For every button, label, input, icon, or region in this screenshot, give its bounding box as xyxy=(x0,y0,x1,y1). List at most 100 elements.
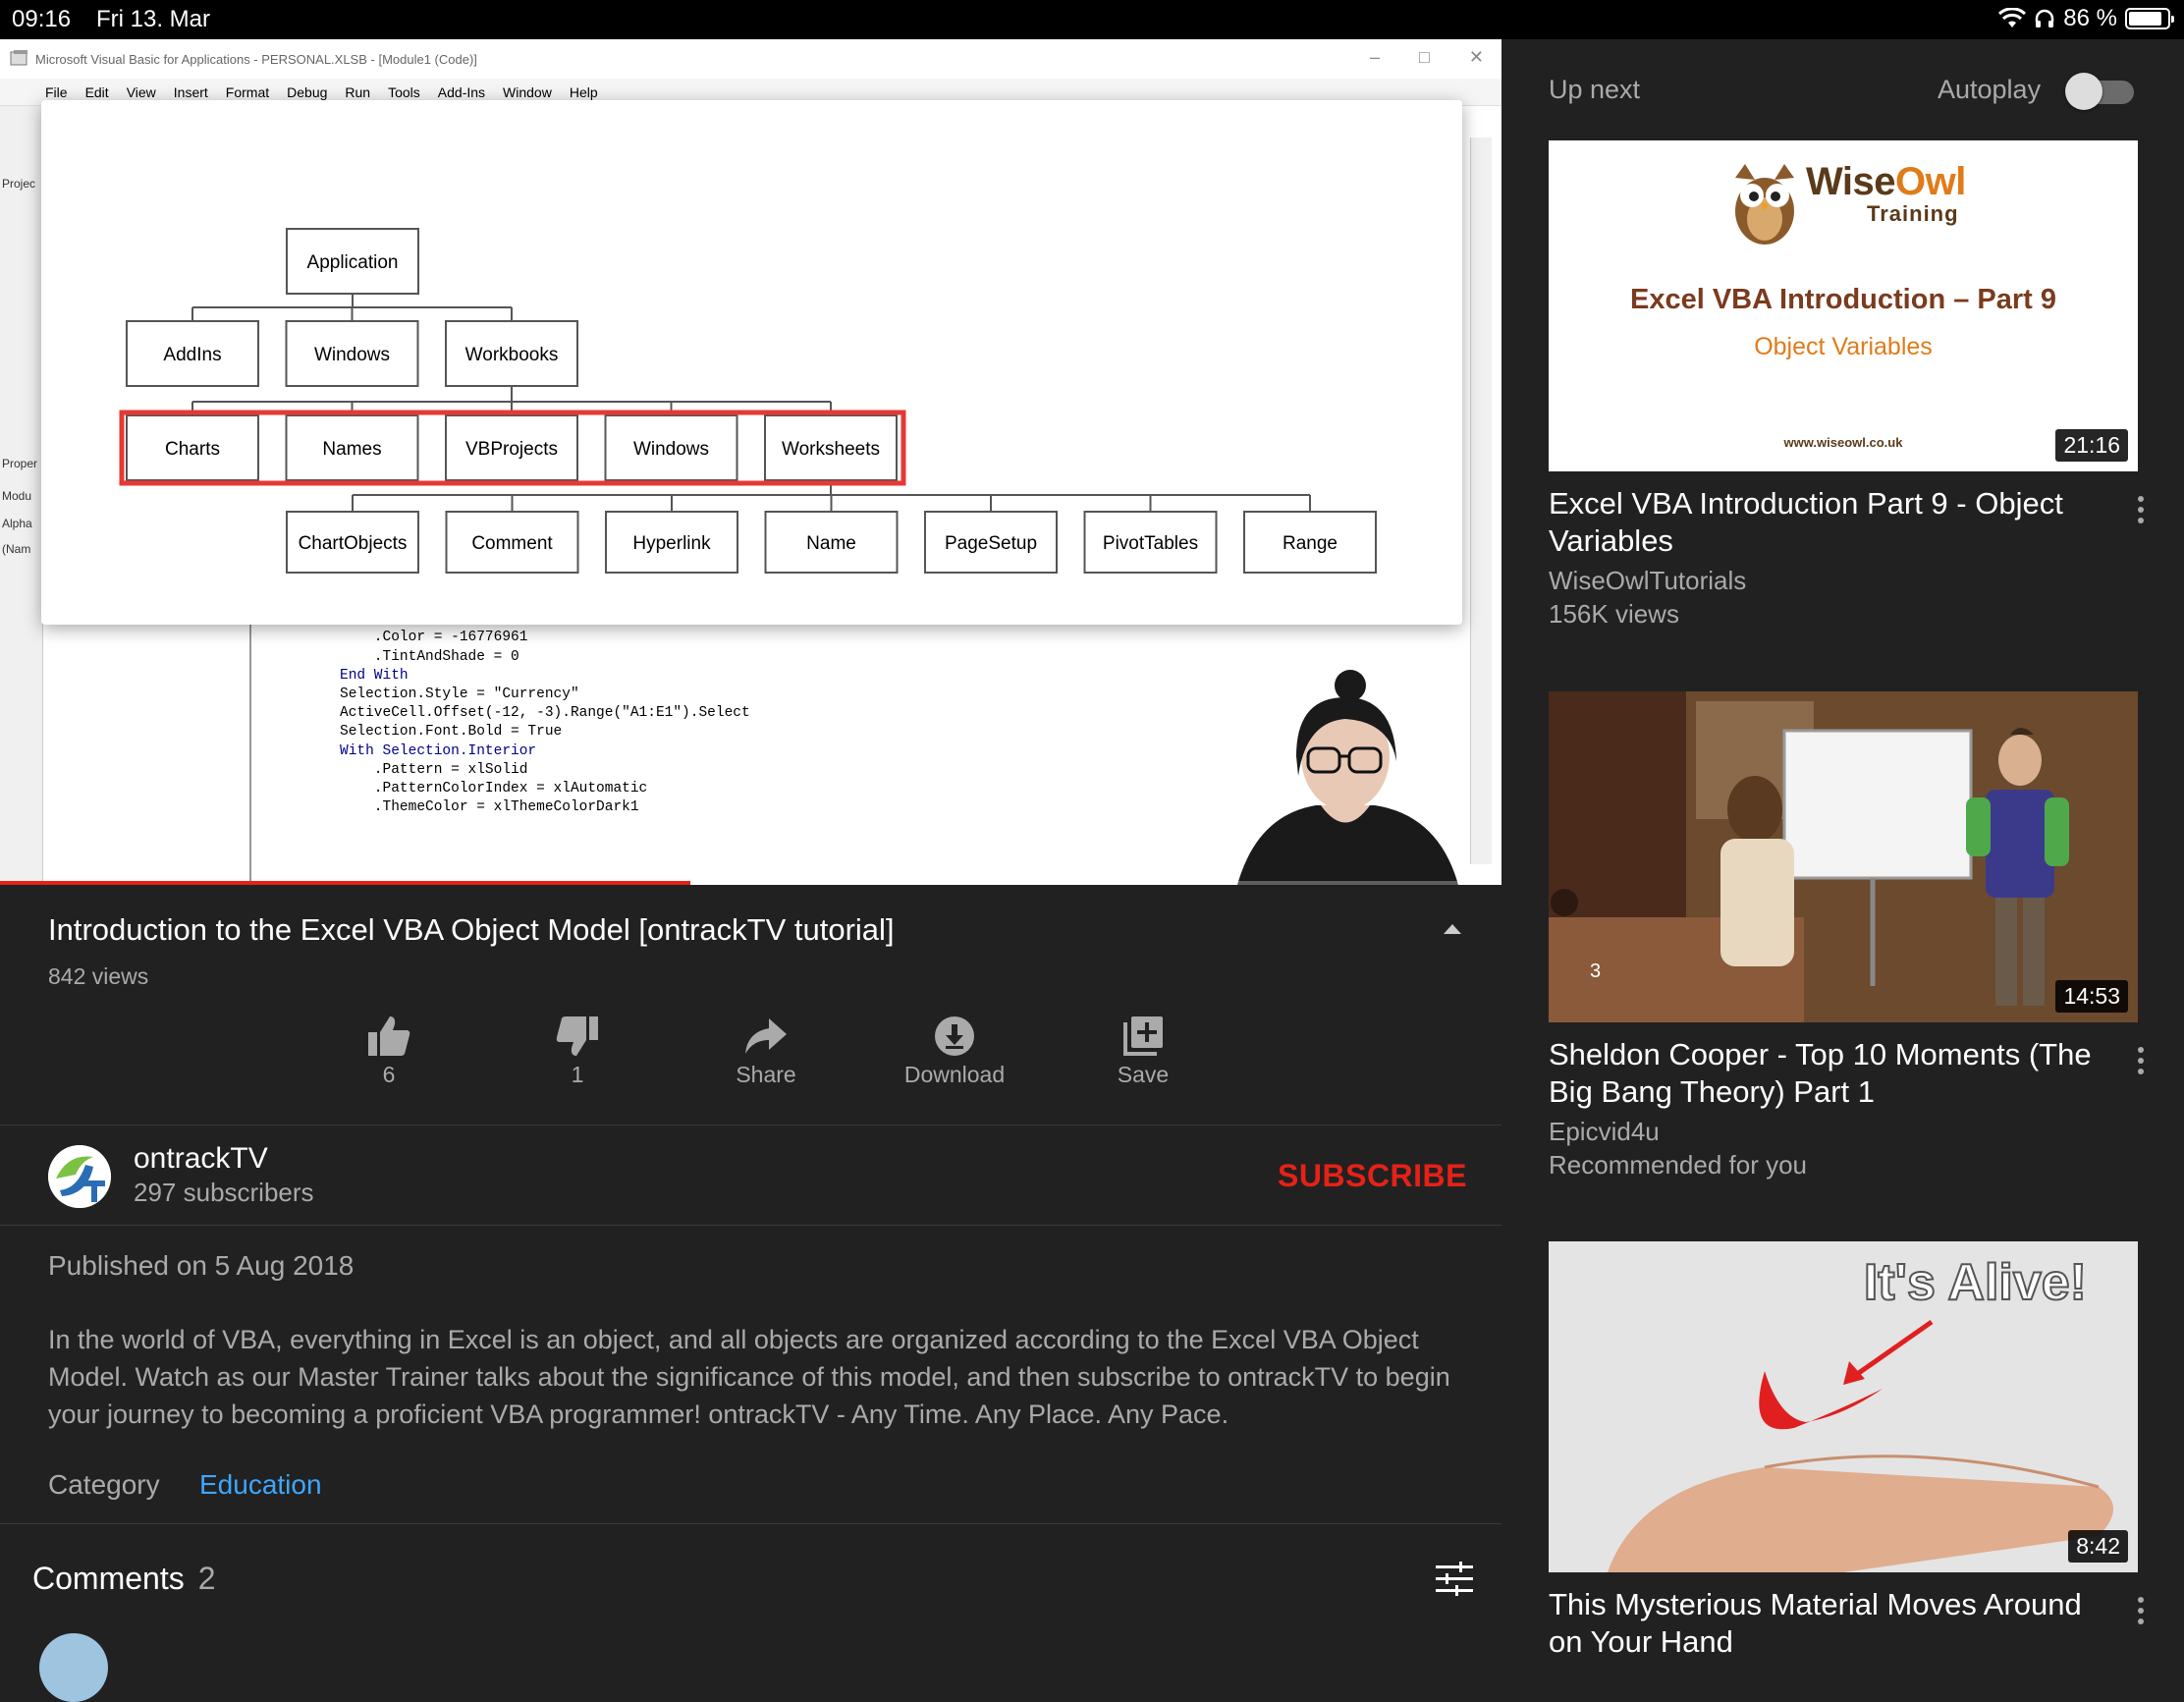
diagram-node-label: Worksheets xyxy=(782,439,880,460)
collapse-icon[interactable] xyxy=(1444,924,1461,934)
share-button[interactable]: Share xyxy=(672,1011,860,1088)
view-count: 842 views xyxy=(48,963,149,989)
up-next-sidebar: Up next Autoplay WiseOwl Training Excel … xyxy=(1502,39,2184,1659)
video-description: In the world of VBA, everything in Excel… xyxy=(48,1325,1450,1429)
vba-pane-label: Alpha xyxy=(2,517,32,530)
code-line: .Pattern = xlSolid xyxy=(340,761,528,778)
subscriber-count: 297 subscribers xyxy=(134,1178,314,1207)
video-duration: 14:53 xyxy=(2055,980,2128,1013)
divider xyxy=(0,1523,1502,1524)
vba-menu-item: Window xyxy=(503,84,552,100)
share-label: Share xyxy=(736,1062,796,1087)
diagram-node-label: VBProjects xyxy=(465,439,558,460)
channel-name[interactable]: ontrackTV xyxy=(134,1142,268,1176)
category-link[interactable]: Education xyxy=(199,1469,322,1501)
more-options-icon[interactable] xyxy=(2138,1597,2146,1629)
presenter-video xyxy=(1228,668,1463,885)
code-line: ActiveCell.Offset(-12, -3).Range("A1:E1"… xyxy=(340,705,750,722)
vba-menu-item: Add-Ins xyxy=(437,84,486,100)
up-next-header: Up next xyxy=(1549,75,1641,104)
more-options-icon[interactable] xyxy=(2138,1047,2146,1079)
video-card-title[interactable]: Sheldon Cooper - Top 10 Moments (The Big… xyxy=(1549,1036,2099,1111)
video-card-channel: WiseOwlTutorials xyxy=(1549,566,1747,595)
diagram-node-label: ChartObjects xyxy=(299,533,408,554)
code-line: .TintAndShade = 0 xyxy=(340,648,519,665)
vba-menu-item: Insert xyxy=(173,84,208,100)
status-bar: 09:16 Fri 13. Mar 86 % xyxy=(0,0,2184,39)
code-line: With Selection.Interior xyxy=(340,742,537,759)
comments-count: 2 xyxy=(197,1561,216,1596)
vba-pane-label: Projec xyxy=(2,177,36,191)
video-card[interactable]: 3 14:53 Sheldon Cooper - Top 10 Moments … xyxy=(1549,691,2144,1181)
thumb-brand-wise: Wise xyxy=(1806,160,1896,203)
code-line: Selection.Font.Bold = True xyxy=(340,724,563,741)
thumb-overlay-text: It's Alive! xyxy=(1863,1253,2088,1312)
status-time: 09:16 xyxy=(12,6,72,32)
comments-label: Comments xyxy=(32,1561,185,1596)
vba-titlebar: Microsoft Visual Basic for Applications … xyxy=(0,39,1502,79)
diagram-node-label: Name xyxy=(806,533,856,554)
code-line: .ThemeColor = xlThemeColorDark1 xyxy=(340,799,639,816)
video-card-meta: 156K views xyxy=(1549,599,1679,629)
video-thumbnail[interactable]: 3 14:53 xyxy=(1549,691,2138,1022)
comments-header[interactable]: Comments 2 xyxy=(32,1561,216,1597)
vba-menu-item: Format xyxy=(225,84,270,100)
sitcom-scene-image xyxy=(1549,691,2138,1022)
diagram-node-label: Charts xyxy=(165,439,220,460)
code-line: Selection.Style = "Currency" xyxy=(340,686,579,703)
category-label: Category xyxy=(48,1469,160,1500)
video-thumbnail[interactable]: It's Alive! 8:42 xyxy=(1549,1241,2138,1572)
dislike-count: 1 xyxy=(571,1062,584,1087)
avatar[interactable] xyxy=(48,1145,111,1208)
status-date: Fri 13. Mar xyxy=(96,6,211,32)
vba-menu-item: Edit xyxy=(84,84,109,100)
wise-owl-logo-icon xyxy=(1735,164,1794,245)
video-card-title[interactable]: Excel VBA Introduction Part 9 - Object V… xyxy=(1549,485,2099,560)
code-line: .PatternColorIndex = xlAutomatic xyxy=(340,781,648,797)
vba-menu-item: Help xyxy=(569,84,598,100)
autoplay-toggle[interactable] xyxy=(2065,73,2136,110)
diagram-node-label: Range xyxy=(1283,533,1338,554)
video-thumbnail[interactable]: WiseOwl Training Excel VBA Introduction … xyxy=(1549,140,2138,471)
diagram-node-label: PivotTables xyxy=(1103,533,1198,554)
vba-pane-label: Modu xyxy=(2,489,32,503)
thumb-url: www.wiseowl.co.uk xyxy=(1783,435,1903,450)
diagram-node-label: PageSetup xyxy=(945,533,1037,554)
close-icon: ✕ xyxy=(1468,47,1484,67)
download-label: Download xyxy=(903,1062,1006,1087)
vba-code: End WithWith Selection.Font .Color = -16… xyxy=(340,591,750,817)
video-player[interactable]: Microsoft Visual Basic for Applications … xyxy=(0,39,1502,885)
like-button[interactable]: 6 xyxy=(295,1011,483,1088)
save-label: Save xyxy=(1117,1062,1170,1087)
video-card[interactable]: WiseOwl Training Excel VBA Introduction … xyxy=(1549,140,2144,631)
divider xyxy=(0,1225,1502,1226)
thumb-brand-owl: Owl xyxy=(1895,160,1966,203)
save-button[interactable]: Save xyxy=(1049,1011,1237,1088)
thumb-subhead: Object Variables xyxy=(1754,333,1933,360)
save-playlist-icon xyxy=(1123,1016,1163,1056)
vba-menu-item: File xyxy=(45,84,68,100)
diagram-node-label: Windows xyxy=(314,345,390,365)
divider xyxy=(0,1125,1502,1126)
vba-menu-item: View xyxy=(126,84,156,100)
thumb-brand-sub: Training xyxy=(1867,201,1959,226)
minimize-icon: – xyxy=(1370,47,1381,67)
vba-menu-item: Debug xyxy=(287,84,328,100)
diagram-node-label: Comment xyxy=(471,533,553,554)
diagram-node-label: Windows xyxy=(633,439,709,460)
vba-window-title: Microsoft Visual Basic for Applications … xyxy=(35,52,477,67)
sort-comments-icon[interactable] xyxy=(1436,1562,1473,1597)
vba-pane-label: Proper xyxy=(2,457,38,470)
dislike-button[interactable]: 1 xyxy=(483,1011,672,1088)
video-card-title[interactable]: This Mysterious Material Moves Around on… xyxy=(1549,1586,2099,1661)
download-button[interactable]: Download xyxy=(860,1011,1049,1088)
thumb-corner-number: 3 xyxy=(1590,961,1602,982)
more-options-icon[interactable] xyxy=(2138,496,2146,528)
subscribe-button[interactable]: SUBSCRIBE xyxy=(1278,1158,1467,1194)
like-count: 6 xyxy=(382,1062,396,1087)
vba-project-pane: Projec Proper Modu Alpha (Nam xyxy=(0,106,43,885)
battery-percent: 86 % xyxy=(2063,5,2117,31)
video-card[interactable]: It's Alive! 8:42 This Mysterious Materia… xyxy=(1549,1241,2144,1661)
video-duration: 21:16 xyxy=(2055,429,2128,462)
video-info: Introduction to the Excel VBA Object Mod… xyxy=(0,885,1502,1702)
